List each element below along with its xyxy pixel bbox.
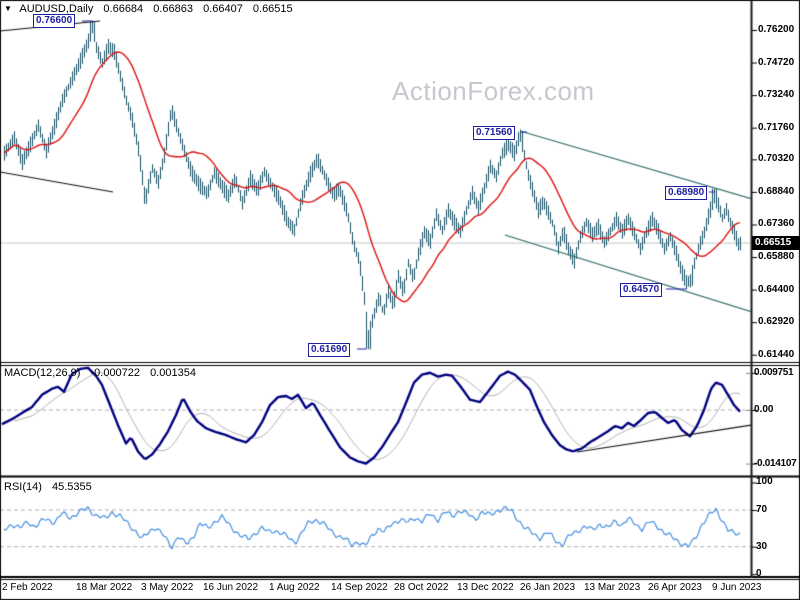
- rsi-axis-label: 70: [756, 504, 768, 515]
- date-label: 26 Apr 2023: [648, 582, 702, 593]
- macd-axis-label: 0.009751: [754, 367, 794, 378]
- collapse-toggle-icon[interactable]: ▼: [4, 4, 12, 13]
- date-label: 16 Jun 2022: [203, 582, 259, 593]
- date-label: 14 Sep 2022: [331, 582, 388, 593]
- price-level-label: 0.76600: [33, 14, 76, 28]
- date-label: 13 Mar 2023: [584, 582, 641, 593]
- date-label: 9 Jun 2023: [712, 582, 762, 593]
- rsi-indicator-label: RSI(14) 45.5355: [4, 481, 92, 493]
- price-axis-label: 0.67360: [758, 218, 795, 229]
- date-label: 1 Aug 2022: [269, 582, 320, 593]
- price-axis-label: 0.76200: [758, 24, 795, 35]
- date-label: 18 Mar 2022: [76, 582, 133, 593]
- rsi-axis-label: 100: [756, 476, 773, 487]
- close-value: 0.66515: [252, 3, 293, 15]
- rsi-name: RSI(14): [4, 481, 42, 493]
- high-value: 0.66863: [153, 3, 193, 15]
- macd-name: MACD(12,26,9): [4, 367, 81, 379]
- open-value: 0.66684: [103, 3, 144, 15]
- macd-axis-label: 0.00: [754, 404, 774, 415]
- low-value: 0.66407: [203, 3, 243, 15]
- price-axis-label: 0.62920: [758, 316, 795, 327]
- current-price-tag: 0.66515: [752, 236, 800, 250]
- date-label: 2 Feb 2022: [2, 582, 53, 593]
- price-level-label: 0.68980: [665, 186, 708, 200]
- macd-main-value: -0.000722: [90, 367, 141, 379]
- date-label: 28 Oct 2022: [394, 582, 449, 593]
- date-label: 3 May 2022: [141, 582, 194, 593]
- price-axis-label: 0.64400: [758, 284, 795, 295]
- macd-signal-value: 0.001354: [150, 367, 196, 379]
- price-axis-label: 0.61440: [758, 349, 795, 360]
- price-level-label: 0.64570: [620, 283, 663, 297]
- date-label: 26 Jan 2023: [520, 582, 576, 593]
- rsi-axis-label: 0: [756, 568, 762, 579]
- price-axis-label: 0.74720: [758, 57, 795, 68]
- rsi-value: 45.5355: [51, 481, 92, 493]
- price-axis-label: 0.70320: [758, 153, 795, 164]
- macd-indicator-label: MACD(12,26,9) -0.000722 0.001354: [4, 367, 196, 379]
- chart-window: ActionForex.com ▼ AUDUSD,Daily 0.66684 0…: [0, 0, 800, 600]
- price-axis-label: 0.71760: [758, 122, 795, 133]
- price-level-label: 0.71560: [473, 126, 516, 140]
- price-level-label: 0.61690: [308, 343, 351, 357]
- chart-canvas: [0, 0, 800, 600]
- price-axis-label: 0.65880: [758, 251, 795, 262]
- date-label: 13 Dec 2022: [457, 582, 514, 593]
- price-axis-label: 0.73240: [758, 89, 795, 100]
- price-axis-label: 0.68840: [758, 186, 795, 197]
- rsi-axis-label: 30: [756, 541, 768, 552]
- macd-axis-label: -0.014107: [754, 458, 797, 469]
